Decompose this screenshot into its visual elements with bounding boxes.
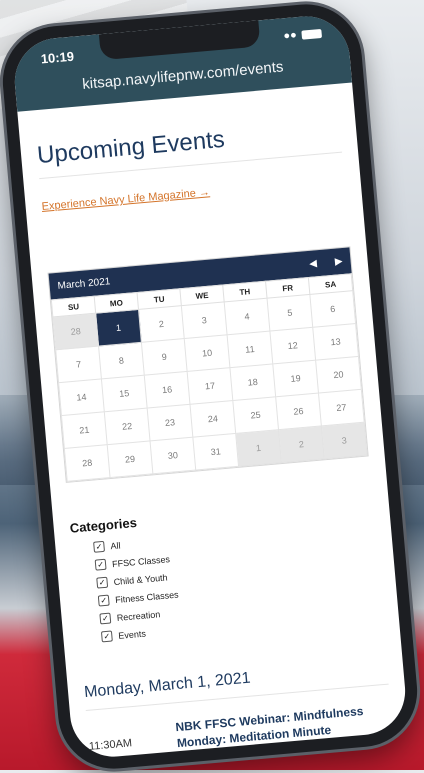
- calendar-day[interactable]: 9: [141, 338, 188, 376]
- calendar-day[interactable]: 27: [318, 389, 365, 426]
- calendar-day[interactable]: 6: [309, 290, 356, 328]
- phone-frame: 10:19 ●● kitsap.navylifepnw.com/events U…: [0, 0, 422, 773]
- calendar-day[interactable]: 15: [101, 375, 148, 412]
- calendar-day[interactable]: 7: [55, 346, 102, 383]
- phone-notch: [98, 20, 261, 61]
- category-label: All: [110, 539, 121, 551]
- calendar-day[interactable]: 25: [232, 396, 279, 434]
- category-label: Recreation: [116, 608, 161, 623]
- status-icons: ●●: [282, 27, 323, 43]
- phone-screen: 10:19 ●● kitsap.navylifepnw.com/events U…: [11, 12, 409, 761]
- calendar-day-selected[interactable]: 1: [95, 309, 142, 347]
- calendar-day[interactable]: 23: [147, 404, 193, 441]
- calendar-day[interactable]: 18: [229, 363, 276, 401]
- calendar-day[interactable]: 30: [150, 437, 196, 474]
- category-checkbox[interactable]: ✓: [99, 612, 112, 625]
- battery-icon: [301, 28, 323, 40]
- category-label: Fitness Classes: [114, 589, 179, 605]
- calendar-day[interactable]: 4: [224, 298, 270, 335]
- calendar-day[interactable]: 21: [61, 411, 108, 449]
- calendar-day[interactable]: 28: [64, 444, 111, 482]
- status-time: 10:19: [40, 48, 75, 67]
- calendar-day[interactable]: 22: [104, 408, 151, 445]
- event-title-link[interactable]: NBK FFSC Webinar: Mindfulness Monday: Me…: [175, 701, 393, 752]
- calendar-day[interactable]: 14: [58, 378, 105, 416]
- category-label: FFSC Classes: [111, 553, 171, 569]
- calendar-day[interactable]: 1: [235, 429, 282, 467]
- next-month-icon[interactable]: ▶: [334, 255, 343, 267]
- event-list: 11:30AM NBK FFSC Webinar: Mindfulness Mon…: [87, 701, 393, 759]
- page-content: Upcoming Events Experience Navy Life Mag…: [17, 82, 408, 760]
- calendar-day[interactable]: 2: [278, 425, 325, 463]
- calendar-day[interactable]: 10: [184, 334, 230, 372]
- calendar-day[interactable]: 29: [107, 440, 153, 478]
- calendar-day[interactable]: 11: [227, 331, 273, 368]
- calendar-day[interactable]: 19: [272, 360, 319, 397]
- category-checkbox[interactable]: ✓: [93, 540, 106, 553]
- calendar-day[interactable]: 3: [321, 422, 368, 459]
- category-label: Events: [117, 628, 147, 641]
- calendar-day[interactable]: 24: [189, 400, 236, 438]
- calendar-day[interactable]: 5: [267, 294, 313, 332]
- calendar-day[interactable]: 13: [312, 323, 359, 361]
- page-title: Upcoming Events: [36, 115, 343, 180]
- category-checkbox[interactable]: ✓: [97, 594, 110, 607]
- category-label: Child & Youth: [113, 571, 168, 587]
- calendar-day[interactable]: 17: [187, 367, 233, 405]
- calendar-day[interactable]: 31: [192, 433, 239, 471]
- event-day-heading: Monday, March 1, 2021: [83, 657, 389, 712]
- calendar-day[interactable]: 20: [315, 356, 362, 394]
- event-time: 11:30AM: [88, 737, 133, 753]
- events-calendar: March 2021 ◀ ▶ SU MO TU WE TH FR SA 28 1 2 3 4 5 6 7 8…: [47, 246, 369, 483]
- event-row[interactable]: 11:30AM NBK FFSC Webinar: Mindfulness Mon…: [87, 701, 393, 759]
- calendar-day[interactable]: 26: [275, 393, 322, 430]
- calendar-grid: SU MO TU WE TH FR SA 28 1 2 3 4 5 6 7 8 9 10 11 12 13 14 15 16…: [51, 273, 368, 482]
- calendar-day[interactable]: 28: [52, 313, 99, 350]
- wifi-icon: ●●: [282, 29, 298, 43]
- categories-list: ✓ All ✓ FFSC Classes ✓ Child & Youth ✓ Fitness …: [71, 517, 383, 644]
- prev-month-icon[interactable]: ◀: [309, 258, 318, 270]
- calendar-day[interactable]: 16: [144, 371, 190, 409]
- calendar-day[interactable]: 12: [269, 327, 316, 364]
- magazine-link[interactable]: Experience Navy Life Magazine →: [41, 186, 210, 213]
- category-checkbox[interactable]: ✓: [94, 558, 107, 571]
- calendar-day[interactable]: 3: [181, 301, 228, 339]
- category-checkbox[interactable]: ✓: [96, 576, 109, 589]
- calendar-day[interactable]: 2: [138, 305, 185, 343]
- calendar-day[interactable]: 8: [98, 342, 145, 379]
- category-checkbox[interactable]: ✓: [100, 630, 113, 643]
